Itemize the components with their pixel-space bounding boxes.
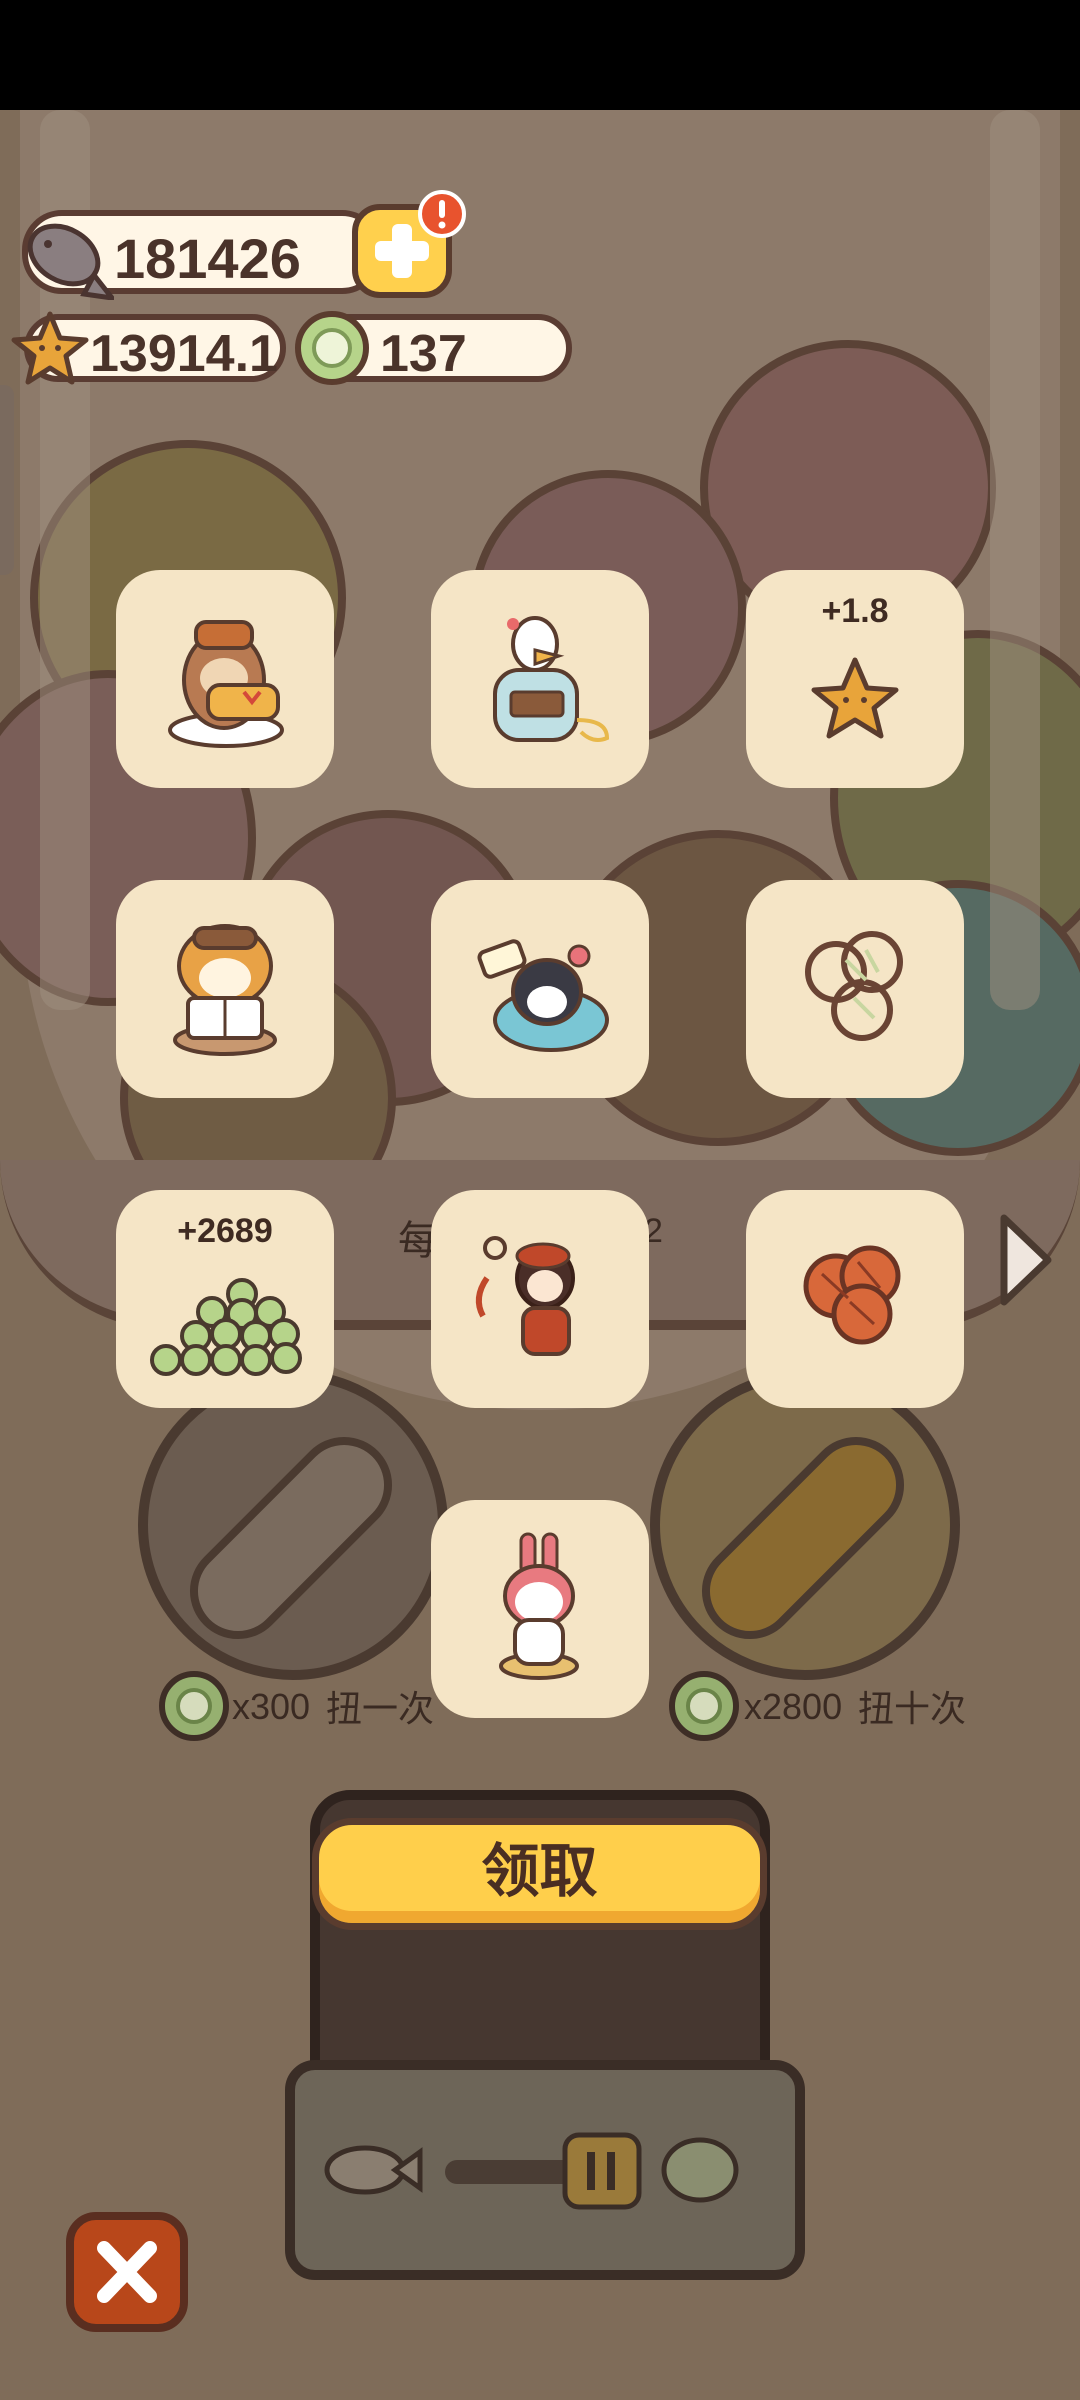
coin-count: 137 bbox=[380, 325, 467, 383]
melon-icon bbox=[805, 931, 903, 1041]
glass-reflection bbox=[990, 110, 1040, 1010]
side-tab[interactable] bbox=[0, 385, 14, 575]
single-pull-label[interactable]: 扭一次 bbox=[326, 1680, 434, 1732]
star-count: 13914.1 bbox=[90, 325, 278, 383]
reward-otter-with-gift[interactable] bbox=[116, 570, 334, 788]
machine-controls bbox=[324, 2132, 739, 2210]
fish-count: 181426 bbox=[114, 227, 301, 290]
reward-star-bonus[interactable]: +1.8 bbox=[746, 570, 964, 788]
fish-icon bbox=[27, 223, 114, 300]
claim-button[interactable]: 领取 bbox=[312, 1818, 767, 1930]
reward-girl-with-keys[interactable] bbox=[431, 1190, 649, 1408]
fish-icon bbox=[324, 2145, 423, 2195]
coin-icon bbox=[295, 311, 369, 385]
reward-penguin-in-tub[interactable] bbox=[431, 880, 649, 1098]
ten-pull-label[interactable]: 扭十次 bbox=[858, 1680, 966, 1732]
gacha-scene: 每 2 181426 13914.1 137 +1.8 +2689 x300 扭… bbox=[0, 110, 1080, 2400]
coin-pile-icon bbox=[150, 1278, 302, 1376]
reward-coin-pile[interactable]: +2689 bbox=[116, 1190, 334, 1408]
star-icon bbox=[811, 657, 899, 739]
ten-pull-cost: x2800 bbox=[744, 1686, 843, 1727]
machine-base bbox=[285, 2060, 805, 2280]
alert-icon bbox=[418, 190, 466, 238]
orange-balls-icon bbox=[803, 1245, 901, 1345]
duck-kimono-icon bbox=[493, 616, 610, 742]
reward-shiba-reading[interactable] bbox=[116, 880, 334, 1098]
girl-keys-icon bbox=[475, 1236, 575, 1356]
otter-gift-icon bbox=[168, 620, 284, 748]
shiba-book-icon bbox=[173, 924, 277, 1056]
arrow-right-icon[interactable] bbox=[996, 1210, 1056, 1310]
reward-bunny-hood-cat[interactable] bbox=[431, 1500, 649, 1718]
pause-icon[interactable] bbox=[562, 2132, 642, 2210]
reward-melon-slices[interactable] bbox=[746, 880, 964, 1098]
coin-icon bbox=[159, 1671, 229, 1741]
single-pull-knob[interactable] bbox=[138, 1370, 448, 1680]
reward-orange-balls[interactable] bbox=[746, 1190, 964, 1408]
ten-pull-knob[interactable] bbox=[650, 1370, 960, 1680]
coin-icon bbox=[669, 1671, 739, 1741]
close-button[interactable] bbox=[66, 2212, 188, 2332]
single-pull-cost: x300 bbox=[232, 1686, 311, 1727]
status-bar bbox=[0, 0, 1080, 110]
penguin-tub-icon bbox=[477, 939, 609, 1052]
close-icon bbox=[97, 2241, 157, 2303]
bunny-cat-icon bbox=[499, 1532, 579, 1680]
star-icon bbox=[11, 311, 89, 385]
reward-duck-in-kimono[interactable] bbox=[431, 570, 649, 788]
